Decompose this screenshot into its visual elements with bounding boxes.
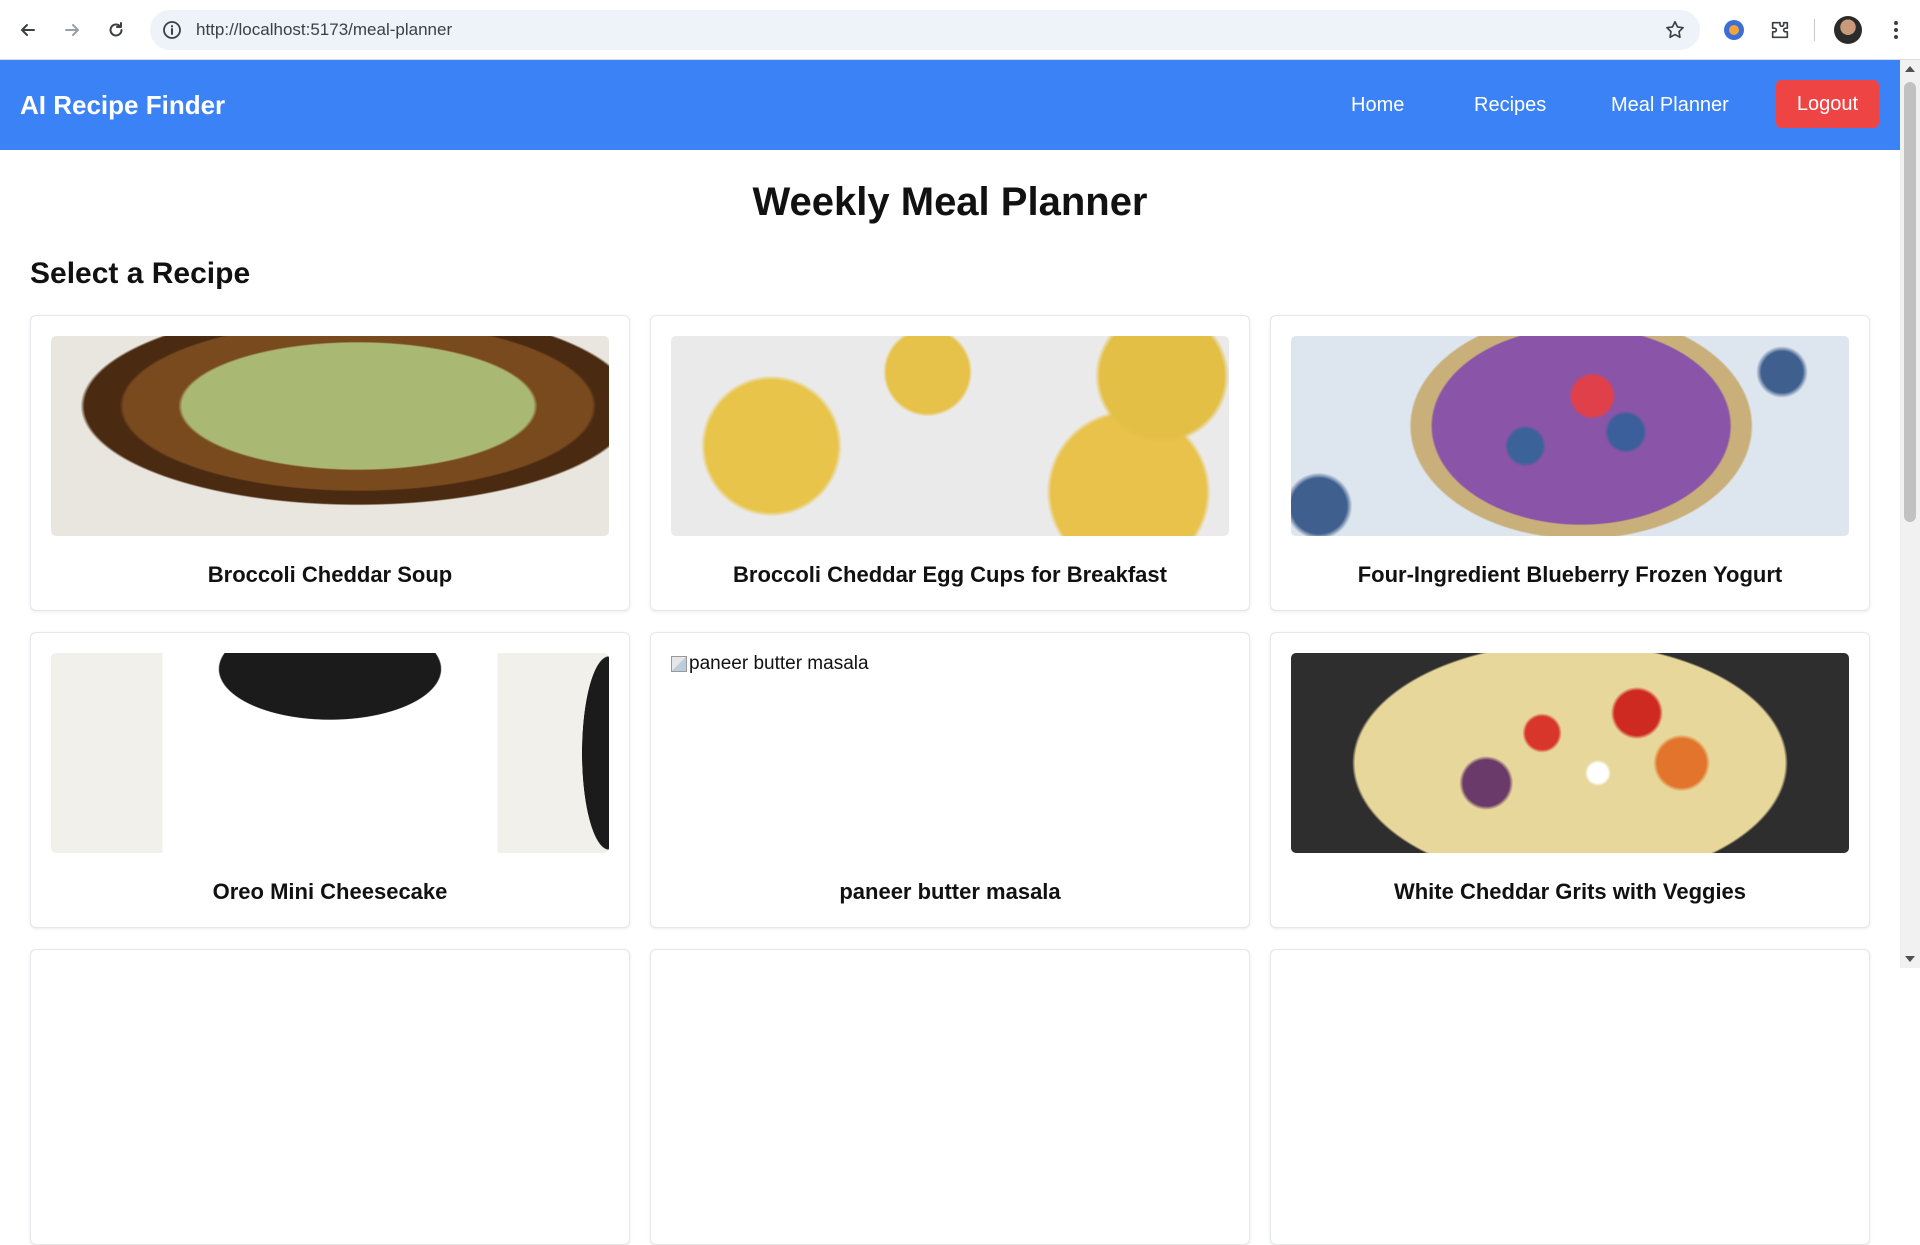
brand-logo[interactable]: AI Recipe Finder: [20, 90, 225, 120]
image-alt-text: paneer butter masala: [689, 653, 869, 674]
recipe-image: [1291, 653, 1849, 853]
broken-image: paneer butter masala: [671, 653, 869, 675]
forward-button[interactable]: [56, 14, 88, 46]
recipe-card[interactable]: [30, 949, 630, 1245]
recipe-card[interactable]: Oreo Mini Cheesecake: [30, 632, 630, 928]
recipe-card[interactable]: Broccoli Cheddar Egg Cups for Breakfast: [650, 315, 1250, 611]
bookmark-star-icon[interactable]: [1664, 19, 1686, 41]
puzzle-icon: [1771, 21, 1789, 39]
nav-home-link[interactable]: Home: [1351, 93, 1404, 117]
back-button[interactable]: [12, 14, 44, 46]
recipe-card[interactable]: White Cheddar Grits with Veggies: [1270, 632, 1870, 928]
recipe-image: [671, 336, 1229, 536]
extensions-button[interactable]: [1766, 16, 1794, 44]
recipe-image: [51, 653, 609, 853]
url-text[interactable]: http://localhost:5173/meal-planner: [196, 20, 452, 40]
section-title: Select a Recipe: [30, 257, 251, 290]
reload-icon: [109, 22, 123, 37]
site-info-icon[interactable]: [162, 20, 182, 40]
more-vertical-icon: [1894, 21, 1898, 39]
broken-image-icon: [671, 656, 687, 672]
recipe-title: paneer butter masala: [839, 879, 1061, 904]
arrow-right-icon: [65, 24, 79, 36]
scrollbar-thumb[interactable]: [1904, 82, 1916, 522]
nav-recipes-link[interactable]: Recipes: [1474, 93, 1546, 117]
page-title: Weekly Meal Planner: [752, 180, 1148, 224]
recipe-title: Broccoli Cheddar Soup: [207, 562, 453, 587]
address-bar[interactable]: http://localhost:5173/meal-planner: [150, 10, 1700, 50]
recipe-title: White Cheddar Grits with Veggies: [1393, 879, 1747, 904]
extension-logo-icon: [1724, 20, 1744, 40]
logout-button[interactable]: Logout: [1776, 80, 1879, 128]
recipe-image: [1291, 336, 1849, 536]
reload-button[interactable]: [100, 14, 132, 46]
browser-toolbar: http://localhost:5173/meal-planner: [0, 0, 1920, 60]
scroll-down-arrow-icon[interactable]: [1905, 956, 1915, 962]
recipe-image: [51, 336, 609, 536]
toolbar-divider: [1814, 19, 1815, 41]
scroll-up-arrow-icon[interactable]: [1905, 66, 1915, 72]
recipe-card[interactable]: Four-Ingredient Blueberry Frozen Yogurt: [1270, 315, 1870, 611]
browser-menu-button[interactable]: [1880, 14, 1912, 46]
recipe-card[interactable]: Broccoli Cheddar Soup: [30, 315, 630, 611]
recipe-card[interactable]: [650, 949, 1250, 1245]
arrow-left-icon: [21, 24, 35, 36]
nav-meal-planner-link[interactable]: Meal Planner: [1611, 93, 1729, 117]
recipe-title: Oreo Mini Cheesecake: [212, 879, 448, 904]
recipe-title: Four-Ingredient Blueberry Frozen Yogurt: [1357, 562, 1783, 587]
recipe-card[interactable]: paneer butter masala paneer butter masal…: [650, 632, 1250, 928]
extension-icon[interactable]: [1720, 16, 1748, 44]
profile-avatar[interactable]: [1834, 16, 1862, 44]
recipe-card[interactable]: [1270, 949, 1870, 1245]
page-scrollbar[interactable]: [1900, 60, 1920, 968]
recipe-title: Broccoli Cheddar Egg Cups for Breakfast: [733, 562, 1167, 587]
app-navbar: AI Recipe Finder Home Recipes Meal Plann…: [0, 60, 1900, 150]
